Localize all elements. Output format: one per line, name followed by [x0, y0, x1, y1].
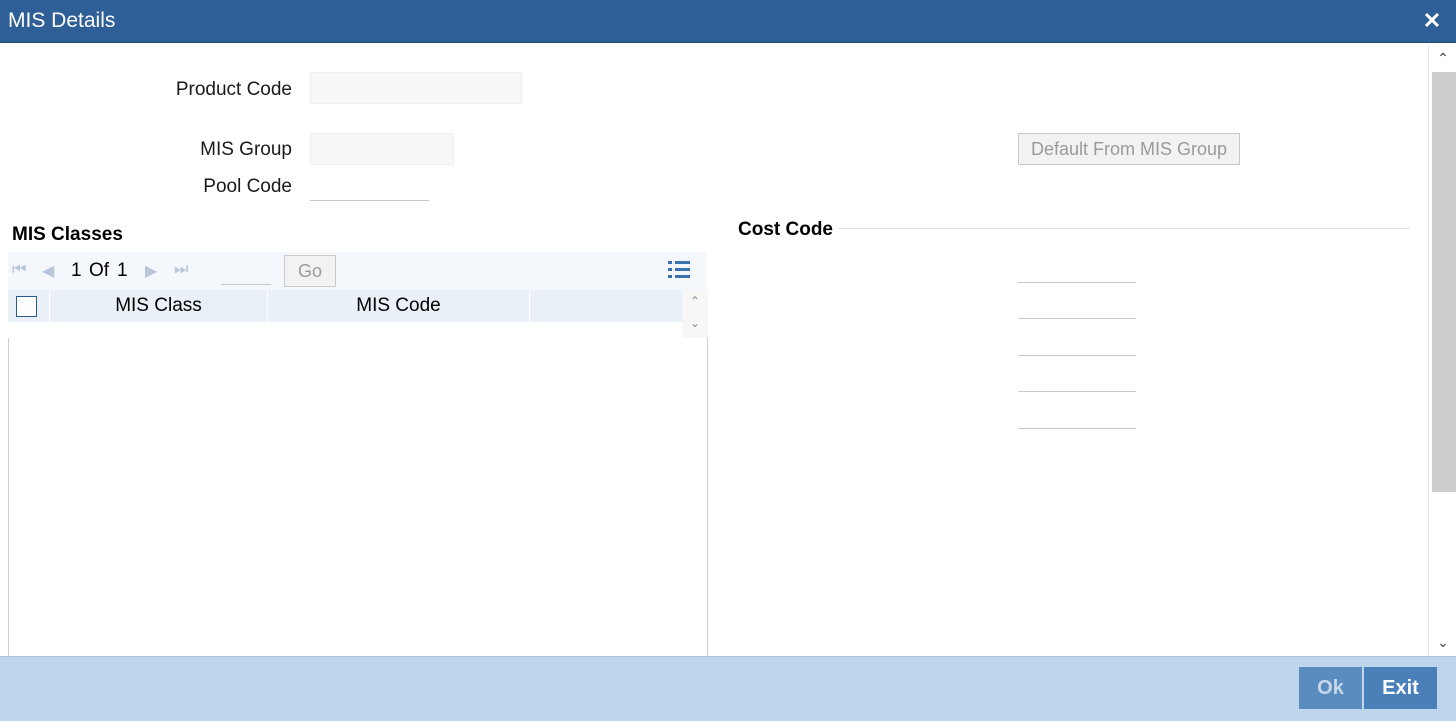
pool-code-field[interactable]: [310, 200, 429, 201]
cost-code-field-3[interactable]: [1018, 355, 1136, 356]
column-header-empty: [530, 290, 682, 322]
product-code-field[interactable]: [310, 72, 522, 104]
cost-code-divider: [838, 228, 1410, 229]
grid-scroll-up-icon[interactable]: ⌃: [682, 294, 708, 308]
page-scrollbar[interactable]: ⌃ ⌄: [1428, 44, 1456, 656]
column-header-mis-code[interactable]: MIS Code: [268, 290, 530, 322]
scroll-up-icon[interactable]: ⌃: [1429, 46, 1456, 70]
of-label: Of: [89, 260, 110, 281]
total-pages: 1: [117, 260, 128, 281]
cost-code-field-1[interactable]: [1018, 282, 1136, 283]
dialog-footer: Ok Exit: [0, 656, 1456, 721]
select-all-checkbox[interactable]: [16, 296, 37, 317]
close-icon[interactable]: ✕: [1422, 10, 1442, 32]
main-content: Product Code MIS Group Pool Code Default…: [0, 44, 1428, 656]
grid-scrollbar[interactable]: ⌃ ⌄: [682, 290, 708, 338]
cost-code-title: Cost Code: [738, 219, 833, 240]
default-from-mis-group-button[interactable]: Default From MIS Group: [1018, 133, 1240, 165]
grid-header: MIS Class MIS Code: [8, 290, 682, 322]
exit-button[interactable]: Exit: [1364, 667, 1437, 709]
pool-code-label: Pool Code: [203, 176, 292, 197]
first-page-icon[interactable]: ⏮: [12, 261, 26, 279]
current-page: 1: [71, 260, 82, 281]
previous-page-icon[interactable]: ◀: [42, 261, 54, 281]
column-header-mis-class[interactable]: MIS Class: [50, 290, 268, 322]
window-titlebar: MIS Details ✕: [0, 0, 1456, 43]
product-code-label: Product Code: [175, 79, 292, 100]
go-button[interactable]: Go: [284, 255, 336, 287]
page-number-input[interactable]: [221, 258, 271, 285]
grid-body: [8, 338, 708, 656]
last-page-icon[interactable]: ⏭: [174, 261, 188, 279]
grid-pager-toolbar: ⏮ ◀ 1 Of 1 ▶ ⏭ Go: [8, 252, 706, 290]
window-title: MIS Details: [8, 9, 116, 32]
mis-classes-title: MIS Classes: [12, 224, 123, 245]
scroll-thumb[interactable]: [1432, 72, 1456, 492]
cost-code-field-5[interactable]: [1018, 428, 1136, 429]
grid-scroll-down-icon[interactable]: ⌄: [682, 316, 708, 330]
next-page-icon[interactable]: ▶: [145, 261, 157, 281]
select-all-column: [8, 290, 50, 322]
cost-code-field-4[interactable]: [1018, 391, 1136, 392]
cost-code-field-2[interactable]: [1018, 318, 1136, 319]
mis-group-field[interactable]: [310, 133, 454, 165]
scroll-down-icon[interactable]: ⌄: [1429, 630, 1456, 654]
ok-button[interactable]: Ok: [1299, 667, 1362, 709]
mis-group-label: MIS Group: [200, 139, 292, 160]
list-view-icon[interactable]: [668, 260, 690, 280]
